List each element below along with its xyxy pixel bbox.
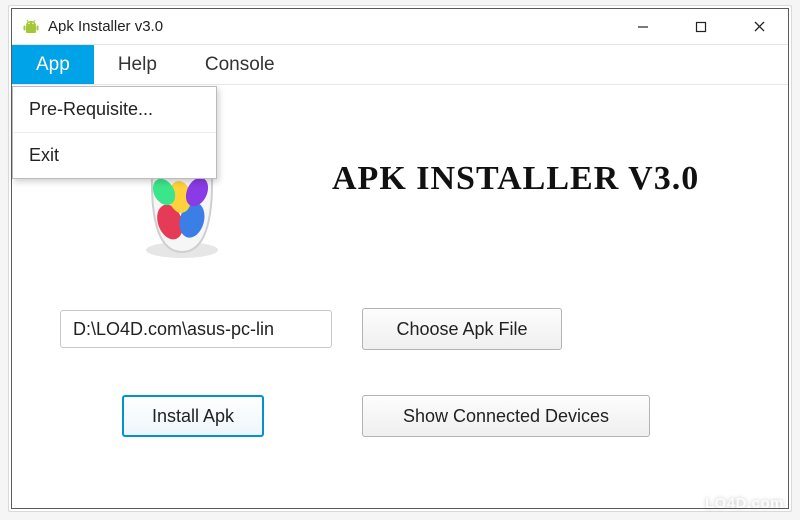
menu-console[interactable]: Console [181, 45, 299, 84]
menu-prerequisite[interactable]: Pre-Requisite... [13, 87, 216, 133]
app-window: Apk Installer v3.0 App Help Console [11, 8, 789, 509]
apk-path-input[interactable] [60, 310, 332, 348]
menu-exit[interactable]: Exit [13, 133, 216, 178]
titlebar: Apk Installer v3.0 [12, 9, 788, 45]
window-title: Apk Installer v3.0 [48, 18, 163, 35]
close-icon [753, 20, 766, 33]
minimize-button[interactable] [614, 9, 672, 45]
page-title: APK INSTALLER V3.0 [332, 160, 699, 198]
close-button[interactable] [730, 9, 788, 45]
menu-help[interactable]: Help [94, 45, 181, 84]
app-menu-dropdown: Pre-Requisite... Exit [12, 86, 217, 179]
choose-apk-button[interactable]: Choose Apk File [362, 308, 562, 350]
menu-app[interactable]: App [12, 45, 94, 84]
maximize-button[interactable] [672, 9, 730, 45]
show-devices-button[interactable]: Show Connected Devices [362, 395, 650, 437]
minimize-icon [637, 21, 649, 33]
maximize-icon [695, 21, 707, 33]
window-controls [614, 9, 788, 45]
install-apk-button[interactable]: Install Apk [122, 395, 264, 437]
android-icon [22, 18, 40, 36]
menubar: App Help Console [12, 45, 788, 85]
watermark: LO4D.com [705, 495, 784, 512]
